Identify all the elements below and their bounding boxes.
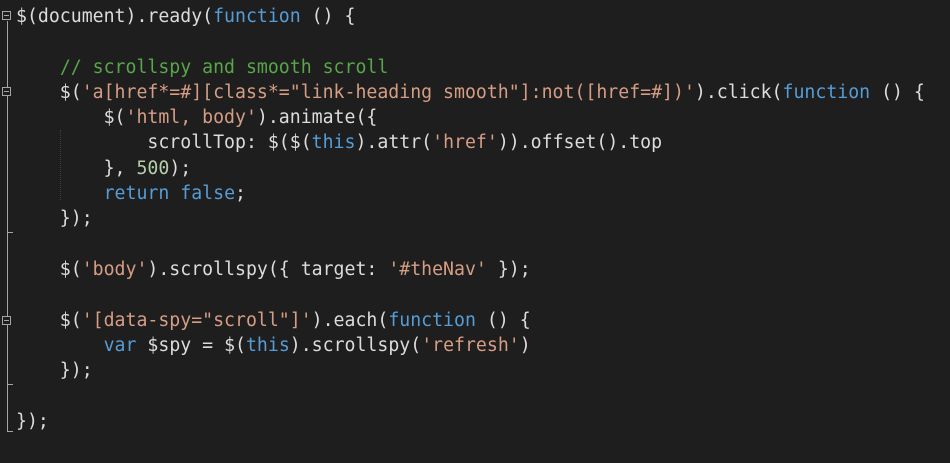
- collapse-block-icon[interactable]: [2, 87, 11, 96]
- code-token-string: 'href': [432, 132, 498, 154]
- code-editor[interactable]: $(document).ready(function () { // scrol…: [0, 0, 950, 463]
- code-token-default: [16, 335, 104, 356]
- code-token-string: 'body': [81, 258, 148, 280]
- code-token-default: () {: [870, 81, 925, 103]
- code-token-number: 500: [136, 157, 170, 179]
- code-token-string: 'a[href*=#][class*="link-heading smooth"…: [81, 81, 695, 103]
- code-area[interactable]: $(document).ready(function () { // scrol…: [16, 4, 950, 434]
- code-token-comment: // scrollspy and smooth scroll: [59, 56, 389, 78]
- code-line[interactable]: $('a[href*=#][class*="link-heading smoot…: [16, 80, 950, 105]
- code-token-default: ;: [235, 183, 246, 205]
- code-token-keyword: function: [782, 81, 871, 103]
- code-line[interactable]: $('body').scrollspy({ target: '#theNav' …: [16, 257, 950, 282]
- code-token-keyword: function: [213, 6, 301, 27]
- code-token-keyword: false: [180, 183, 236, 205]
- code-line[interactable]: });: [16, 206, 950, 231]
- code-token-string: 'refresh': [421, 334, 520, 356]
- code-line[interactable]: $('html, body').animate({: [16, 105, 950, 130]
- code-line[interactable]: $('[data-spy="scroll"]').each(function (…: [16, 308, 950, 333]
- code-token-default: });: [16, 208, 93, 230]
- code-token-default: [169, 183, 180, 204]
- code-line[interactable]: $(document).ready(function () {: [16, 4, 950, 29]
- code-token-default: ).each(: [311, 309, 389, 331]
- code-token-default: ).animate({: [256, 107, 378, 129]
- code-token-default: [16, 183, 104, 204]
- code-token-string: 'html, body': [125, 107, 257, 129]
- code-line[interactable]: });: [16, 358, 950, 383]
- code-token-default: ): [519, 334, 531, 356]
- code-token-keyword: var: [103, 334, 137, 356]
- code-token-default: $(: [16, 107, 126, 129]
- code-token-default: ).scrollspy({ target:: [147, 258, 389, 280]
- code-token-default: () {: [475, 309, 531, 331]
- fold-end-marker: [7, 232, 13, 233]
- code-token-keyword: return: [103, 183, 170, 205]
- code-token-default: });: [16, 360, 93, 382]
- code-line[interactable]: [16, 232, 950, 257]
- code-token-default: $(: [16, 81, 82, 103]
- code-token-default: scrollTop: $($(: [16, 132, 312, 154]
- code-line[interactable]: [16, 282, 950, 307]
- code-token-default: );: [169, 157, 192, 179]
- code-token-keyword: this: [311, 132, 356, 154]
- code-token-default: });: [16, 410, 49, 432]
- code-token-default: $spy = $(: [136, 334, 246, 356]
- code-line[interactable]: // scrollspy and smooth scroll: [16, 55, 950, 80]
- code-token-default: )).offset().top: [497, 132, 663, 154]
- code-token-default: () {: [300, 6, 356, 27]
- fold-gutter: [0, 0, 14, 463]
- code-token-default: ).attr(: [355, 132, 433, 154]
- code-line[interactable]: });: [16, 409, 950, 434]
- code-token-default: ).scrollspy(: [289, 334, 422, 356]
- code-line[interactable]: var $spy = $(this).scrollspy('refresh'): [16, 333, 950, 358]
- code-line[interactable]: [16, 29, 950, 54]
- code-token-string: '#theNav': [388, 258, 487, 280]
- code-token-default: $(document).ready(: [16, 6, 214, 27]
- code-token-string: '[data-spy="scroll"]': [81, 309, 312, 331]
- code-token-default: ).click(: [694, 81, 783, 103]
- code-token-keyword: this: [245, 334, 290, 356]
- code-line[interactable]: [16, 383, 950, 408]
- code-token-default: [16, 57, 60, 78]
- collapse-block-icon[interactable]: [2, 316, 11, 325]
- code-line[interactable]: return false;: [16, 181, 950, 206]
- code-line[interactable]: scrollTop: $($(this).attr('href')).offse…: [16, 130, 950, 155]
- collapse-block-icon[interactable]: [2, 11, 11, 20]
- code-token-default: $(: [16, 309, 82, 331]
- code-token-default: },: [16, 157, 137, 179]
- code-token-default: $(: [16, 258, 82, 280]
- fold-guide-line: [7, 21, 8, 431]
- code-token-default: });: [486, 258, 531, 280]
- fold-end-marker: [7, 384, 13, 385]
- code-token-keyword: function: [388, 309, 476, 331]
- fold-end-marker: [7, 431, 13, 432]
- code-line[interactable]: }, 500);: [16, 156, 950, 181]
